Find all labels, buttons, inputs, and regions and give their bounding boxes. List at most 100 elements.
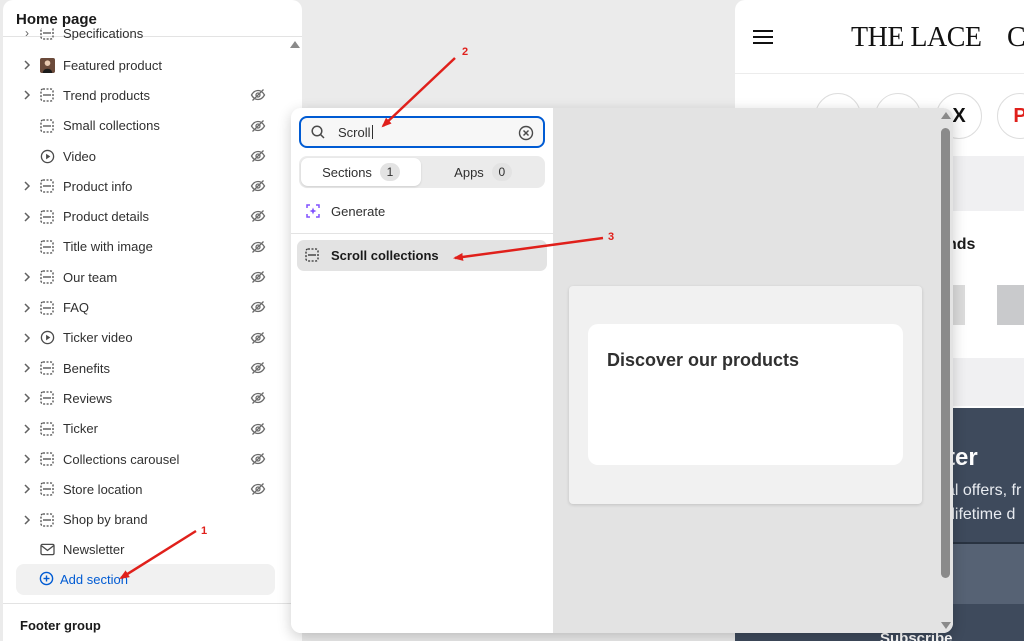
hidden-eye-icon[interactable] — [250, 451, 266, 467]
hidden-eye-icon[interactable] — [250, 178, 266, 194]
hidden-eye-icon[interactable] — [250, 118, 266, 134]
popover-tabs: Sections 1 Apps 0 — [299, 156, 545, 188]
play-icon — [39, 148, 55, 164]
add-section-button[interactable]: Add section — [16, 564, 275, 595]
sidebar-section-row[interactable]: Featured product — [3, 50, 302, 80]
clear-search-icon[interactable] — [518, 125, 534, 141]
section-preview-title: Discover our products — [607, 350, 800, 370]
hidden-eye-icon[interactable] — [250, 390, 266, 406]
sidebar-section-row[interactable]: Trend products — [3, 80, 302, 110]
chevron-right-icon[interactable] — [21, 484, 33, 494]
newsletter-text: al offers, fr — [946, 482, 1022, 499]
section-icon — [39, 360, 55, 376]
popover-scrollbar[interactable] — [939, 112, 953, 629]
hidden-eye-icon[interactable] — [250, 269, 266, 285]
chevron-right-icon[interactable] — [21, 302, 33, 313]
section-icon — [39, 269, 55, 285]
search-result-scroll-collections[interactable]: Scroll collections — [297, 240, 547, 271]
chevron-right-icon[interactable] — [21, 393, 33, 403]
sections-sidebar: Home page › Specifications Featured prod… — [3, 0, 302, 641]
tab-sections[interactable]: Sections 1 — [301, 158, 421, 186]
chevron-right-icon[interactable] — [21, 272, 33, 282]
chevron-right-icon[interactable] — [21, 90, 33, 100]
sidebar-section-row[interactable]: Our team — [3, 262, 302, 292]
section-icon — [305, 247, 321, 264]
hidden-eye-icon[interactable] — [250, 208, 266, 224]
scrollbar-thumb[interactable] — [941, 128, 950, 578]
pinterest-social-icon[interactable]: P — [997, 93, 1024, 139]
chevron-right-icon[interactable] — [21, 363, 33, 373]
scroll-up-arrow-icon[interactable] — [290, 41, 300, 48]
annotation-number-2: 2 — [462, 46, 469, 58]
sidebar-section-row[interactable]: Small collections — [3, 111, 302, 141]
hidden-eye-icon[interactable] — [250, 360, 266, 376]
sidebar-item-label: Collections carousel — [63, 451, 180, 467]
sidebar-section-row[interactable]: Product details — [3, 201, 302, 231]
hidden-eye-icon[interactable] — [250, 299, 266, 315]
sidebar-section-row[interactable]: Benefits — [3, 353, 302, 383]
sidebar-section-row[interactable]: Reviews — [3, 383, 302, 413]
sidebar-section-row[interactable]: Ticker video — [3, 323, 302, 353]
chevron-right-icon[interactable] — [21, 454, 33, 464]
sidebar-section-list: Featured product Trend products Small coll… — [3, 50, 302, 565]
sidebar-item-label: Store location — [63, 481, 143, 497]
section-icon — [39, 481, 55, 497]
sidebar-section-row[interactable]: Ticker — [3, 414, 302, 444]
chevron-right-icon[interactable] — [21, 181, 33, 191]
sidebar-partial-row: › Specifications — [3, 28, 302, 40]
section-icon — [39, 28, 55, 40]
ai-generate-icon — [305, 203, 321, 219]
sidebar-section-row[interactable]: Newsletter — [3, 535, 302, 565]
hidden-eye-icon[interactable] — [250, 330, 266, 346]
hidden-eye-icon[interactable] — [250, 239, 266, 255]
sidebar-section-row[interactable]: Video — [3, 141, 302, 171]
chevron-right-icon[interactable] — [21, 212, 33, 222]
scroll-down-arrow-icon[interactable] — [941, 622, 951, 629]
chevron-right-icon[interactable] — [21, 333, 33, 343]
scroll-up-arrow-icon[interactable] — [941, 112, 951, 119]
sidebar-section-row[interactable]: FAQ — [3, 292, 302, 322]
result-label: Scroll collections — [331, 248, 439, 263]
add-section-label: Add section — [60, 572, 128, 587]
sidebar-section-row[interactable]: Shop by brand — [3, 504, 302, 534]
hidden-eye-icon[interactable] — [250, 148, 266, 164]
sidebar-item-label: Ticker — [63, 421, 98, 437]
brand-image — [997, 285, 1024, 325]
sidebar-section-row[interactable]: Product info — [3, 171, 302, 201]
hidden-eye-icon[interactable] — [250, 87, 266, 103]
chevron-right-icon[interactable] — [21, 515, 33, 525]
count-badge: 0 — [491, 163, 512, 181]
sidebar-section-row[interactable]: Collections carousel — [3, 444, 302, 474]
sidebar-item-label: Title with image — [63, 239, 153, 255]
generate-button[interactable]: Generate — [305, 201, 385, 221]
store-header-partial-text: C — [1007, 22, 1024, 53]
divider — [3, 603, 302, 604]
chevron-right-icon[interactable] — [21, 60, 33, 70]
chevron-right-icon[interactable] — [21, 424, 33, 434]
footer-group-title[interactable]: Footer group — [20, 618, 101, 633]
section-search-input[interactable]: Scroll — [299, 116, 545, 148]
sidebar-section-row[interactable]: Store location — [3, 474, 302, 504]
sidebar-item-label: Small collections — [63, 118, 160, 134]
section-icon — [39, 512, 55, 528]
divider — [291, 233, 553, 234]
store-logo[interactable]: THE LACE — [851, 22, 982, 54]
hamburger-menu-icon[interactable] — [753, 30, 773, 44]
section-preview-inner: Discover our products — [588, 324, 903, 465]
annotation-number-1: 1 — [201, 525, 208, 537]
hidden-eye-icon[interactable] — [250, 481, 266, 497]
mail-icon — [39, 542, 55, 558]
store-header: THE LACE C — [735, 0, 1024, 74]
sidebar-section-row[interactable]: Title with image — [3, 232, 302, 262]
tab-apps[interactable]: Apps 0 — [423, 158, 543, 186]
chevron-right-icon[interactable]: › — [21, 28, 33, 40]
section-icon — [39, 451, 55, 467]
sidebar-item-label: Shop by brand — [63, 512, 148, 528]
hidden-eye-icon[interactable] — [250, 421, 266, 437]
plus-circle-icon — [39, 571, 54, 589]
sidebar-item-label: Reviews — [63, 390, 113, 406]
sidebar-item-label: Our team — [63, 269, 118, 285]
sidebar-item-label: Featured product — [63, 57, 163, 73]
product-thumbnail-icon — [39, 57, 55, 73]
tab-label: Sections — [322, 164, 372, 180]
